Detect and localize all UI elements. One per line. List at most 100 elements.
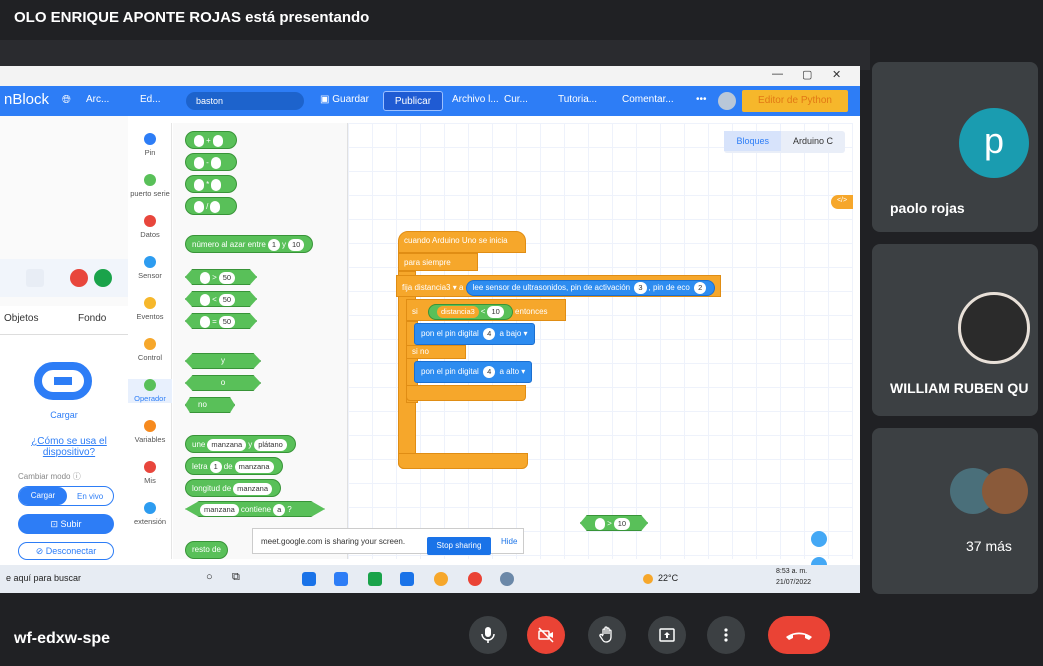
greater-than-block[interactable]: >50	[185, 269, 257, 285]
subtract-block[interactable]: -	[185, 153, 237, 171]
more-menu-button[interactable]: •••	[696, 94, 707, 105]
raise-hand-button[interactable]	[588, 616, 626, 654]
digital-pin-high-block[interactable]: pon el pin digital 4 a alto ▾	[414, 361, 533, 383]
weather-temp[interactable]: 22°C	[658, 573, 678, 583]
random-block[interactable]: número al azar entre 1 y 10	[185, 235, 314, 253]
clock-date[interactable]: 21/07/2022	[776, 579, 811, 586]
camera-off-icon	[538, 627, 554, 643]
multiply-block[interactable]: *	[185, 175, 237, 193]
mic-icon	[481, 627, 495, 643]
category-datos[interactable]: Datos	[128, 215, 172, 239]
tab-fondo[interactable]: Fondo	[78, 313, 106, 324]
upload-button[interactable]: ⊡ Subir	[18, 514, 114, 534]
mblock-icon[interactable]	[500, 572, 514, 586]
task-view-icon[interactable]: ⧉	[232, 571, 240, 584]
project-name-input[interactable]: baston	[186, 92, 304, 110]
publish-button[interactable]: Publicar	[383, 91, 443, 111]
not-block[interactable]: no	[185, 397, 235, 413]
category-sensor[interactable]: Sensor	[128, 256, 172, 280]
length-block[interactable]: longitud de manzana	[185, 479, 282, 497]
mode-live[interactable]: En vivo	[77, 492, 103, 501]
maximize-button[interactable]: ▢	[802, 68, 812, 81]
divide-block[interactable]: /	[185, 197, 237, 215]
taskbar-search[interactable]: e aquí para buscar	[6, 573, 81, 583]
category-control[interactable]: Control	[128, 338, 172, 362]
digital-pin-low-block[interactable]: pon el pin digital 4 a bajo ▾	[414, 323, 535, 345]
globe-icon[interactable]: 🌐︎	[62, 94, 71, 107]
set-variable-block[interactable]: fija distancia3 ▾ a lee sensor de ultras…	[396, 275, 722, 297]
mail-icon[interactable]	[400, 572, 414, 586]
green-flag-icon[interactable]	[94, 269, 112, 287]
leave-call-button[interactable]	[768, 616, 830, 654]
menu-archivo[interactable]: Arc...	[86, 94, 109, 105]
equals-block[interactable]: = 50	[185, 313, 257, 329]
participant-tile[interactable]: p paolo rojas	[872, 62, 1038, 232]
tab-bloques[interactable]: Bloques	[724, 131, 781, 151]
category-extensión[interactable]: extensión	[128, 502, 172, 526]
category-operador[interactable]: Operador	[128, 379, 172, 403]
python-editor-button[interactable]: Editor de Python	[742, 90, 848, 112]
menu-editar[interactable]: Ed...	[140, 94, 161, 105]
code-view-icon[interactable]: </>	[831, 195, 853, 209]
app-icon[interactable]	[434, 572, 448, 586]
category-variables[interactable]: Variables	[128, 420, 172, 444]
code-workspace[interactable]: Bloques Arduino C </> cuando Arduino Uno …	[348, 123, 853, 593]
tab-objetos[interactable]: Objetos	[4, 313, 38, 324]
letter-of-block[interactable]: letra 1 de manzana	[185, 457, 283, 475]
if-else-block[interactable]: si distancia3 <10 entonces	[406, 299, 566, 321]
menu-tutoriales[interactable]: Tutoria...	[558, 94, 597, 105]
loose-compare-block[interactable]: >10	[580, 515, 648, 531]
stop-icon[interactable]	[70, 269, 88, 287]
weather-icon	[643, 574, 653, 584]
category-puerto-serie[interactable]: puerto serie	[128, 174, 172, 198]
participant-tile[interactable]: WILLIAM RUBEN QU	[872, 244, 1038, 416]
close-button[interactable]: ✕	[832, 68, 841, 81]
contains-block[interactable]: manzana contiene a?	[185, 501, 325, 517]
category-eventos[interactable]: Eventos	[128, 297, 172, 321]
ultrasonic-sensor-block[interactable]: lee sensor de ultrasonidos, pin de activ…	[465, 280, 716, 296]
zoom-in-icon[interactable]	[811, 531, 827, 547]
mode-toggle[interactable]: Cargar En vivo	[18, 486, 114, 506]
less-than-block[interactable]: <50	[185, 291, 257, 307]
join-block[interactable]: une manzana y plátano	[185, 435, 296, 453]
hide-button[interactable]: Hide	[501, 537, 517, 546]
camera-off-button[interactable]	[527, 616, 565, 654]
disconnect-button[interactable]: ⊘ Desconectar	[18, 542, 114, 560]
mode-upload[interactable]: Cargar	[19, 487, 67, 505]
clock-time[interactable]: 8:53 a. m.	[776, 568, 807, 575]
file-explorer-icon[interactable]	[334, 572, 348, 586]
present-button[interactable]	[648, 616, 686, 654]
mic-button[interactable]	[469, 616, 507, 654]
category-dot-icon	[144, 215, 156, 227]
change-mode-label: Cambiar modo ⓘ	[18, 472, 81, 481]
menu-comentarios[interactable]: Comentar...	[622, 94, 674, 105]
device-mode-label: Cargar	[50, 410, 78, 420]
tab-arduino-c[interactable]: Arduino C	[781, 131, 845, 151]
category-pin[interactable]: Pin	[128, 133, 172, 157]
and-block[interactable]: y	[185, 353, 261, 369]
when-start-block[interactable]: cuando Arduino Uno se inicia	[398, 231, 526, 253]
menu-archivo-local[interactable]: Archivo l...	[452, 94, 499, 105]
how-to-link[interactable]: ¿Cómo se usa el dispositivo?	[10, 436, 128, 458]
more-options-button[interactable]	[707, 616, 745, 654]
store-icon[interactable]	[368, 572, 382, 586]
minimize-button[interactable]: —	[772, 68, 783, 80]
avatar: p	[959, 108, 1029, 178]
forever-block[interactable]: para siempre	[398, 253, 478, 271]
chrome-icon[interactable]	[468, 572, 482, 586]
condition-block[interactable]: distancia3 <10	[428, 304, 513, 320]
more-participants-tile[interactable]: 37 más	[872, 428, 1038, 594]
category-label: puerto serie	[130, 189, 170, 198]
hang-up-icon	[786, 632, 812, 640]
edge-icon[interactable]	[302, 572, 316, 586]
grid-view-icon[interactable]	[26, 269, 44, 287]
mod-block[interactable]: resto de	[185, 541, 228, 559]
cortana-icon[interactable]: ○	[206, 571, 213, 583]
menu-cursos[interactable]: Cur...	[504, 94, 528, 105]
or-block[interactable]: o	[185, 375, 261, 391]
category-mis[interactable]: Mis	[128, 461, 172, 485]
stop-sharing-button[interactable]: Stop sharing	[427, 537, 491, 555]
add-block[interactable]: +	[185, 131, 237, 149]
save-button[interactable]: ▣ Guardar	[320, 94, 369, 105]
user-avatar[interactable]	[718, 92, 736, 110]
